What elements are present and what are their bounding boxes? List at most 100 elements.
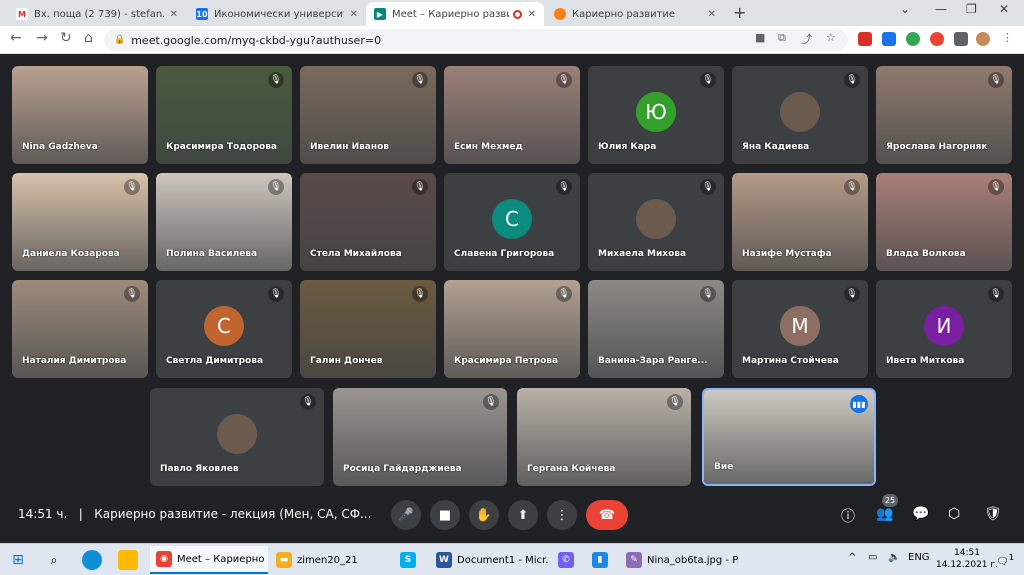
participant-tile[interactable]: Наталия Димитрова 🎙 — [12, 280, 148, 378]
bookmark-star-icon[interactable]: ☆ — [826, 31, 836, 44]
language-indicator[interactable]: ENG — [908, 552, 930, 563]
participant-tile[interactable]: Павло Яковлев 🎙 — [150, 388, 324, 486]
tab-moodle[interactable]: Кариерно развитие ✕ — [546, 2, 724, 26]
participant-name: Наталия Димитрова — [22, 356, 127, 366]
participant-count-badge: 25 — [882, 494, 898, 507]
camera-icon[interactable]: ■ — [755, 31, 765, 44]
open-in-new-icon[interactable]: ⧉ — [778, 31, 786, 45]
host-controls-icon[interactable]: 🛡 — [984, 506, 1002, 522]
participant-tile[interactable]: Росица Гайдарджиева 🎙 — [333, 388, 507, 486]
participant-tile[interactable]: Ивелин Иванов 🎙 — [300, 66, 436, 164]
taskbar-app-blue-app[interactable]: ▮ — [586, 546, 610, 574]
participant-tile[interactable]: И Ивета Миткова 🎙 — [876, 280, 1012, 378]
word-icon: W — [436, 552, 452, 568]
participant-tile[interactable]: Полина Василева 🎙 — [156, 173, 292, 271]
tab-title: Икономически университет - В — [214, 8, 344, 20]
meeting-time: 14:51 ч. — [18, 507, 68, 521]
menu-icon[interactable]: ⋮ — [1002, 31, 1013, 44]
mic-off-icon: 🎙 — [844, 286, 860, 302]
participant-tile[interactable]: Nina Gadzheva — [12, 66, 148, 164]
chrome-icon: ◉ — [156, 551, 172, 567]
tab-search-icon[interactable]: ⌄ — [900, 2, 910, 16]
close-icon[interactable]: ✕ — [350, 9, 358, 20]
search-icon[interactable]: ⌕ — [44, 550, 64, 570]
participant-tile[interactable]: М Мартина Стойчева 🎙 — [732, 280, 868, 378]
participant-tile[interactable]: Гергана Койчева 🎙 — [517, 388, 691, 486]
new-tab-button[interactable]: + — [733, 3, 746, 22]
recording-icon — [512, 9, 522, 19]
taskbar-app-skype[interactable]: S — [394, 546, 418, 574]
chevron-up-icon[interactable]: ^ — [848, 552, 856, 563]
participant-tile[interactable]: Красимира Тодорова 🎙 — [156, 66, 292, 164]
taskbar-app-folder[interactable]: ▬ zimen20_21 — [270, 546, 388, 574]
participant-tile[interactable]: Галин Дончев 🎙 — [300, 280, 436, 378]
meeting-info: 14:51 ч. | Кариерно развитие - лекция (М… — [18, 507, 371, 521]
taskbar-app-word[interactable]: W Document1 - Micr... — [430, 546, 548, 574]
participant-tile[interactable]: Ю Юлия Кара 🎙 — [588, 66, 724, 164]
share-icon[interactable]: ⤴ — [801, 31, 812, 47]
people-icon[interactable]: 👥 — [876, 506, 893, 522]
microphone-button[interactable]: 🎤 — [391, 500, 421, 530]
maximize-button[interactable]: ❐ — [966, 2, 977, 16]
volume-icon[interactable]: 🔈 — [888, 552, 900, 563]
mic-off-icon: 🎙 — [844, 72, 860, 88]
participant-tile[interactable]: Стела Михайлова 🎙 — [300, 173, 436, 271]
participant-tile[interactable]: Есин Мехмед 🎙 — [444, 66, 580, 164]
raise-hand-button[interactable]: ✋ — [469, 500, 499, 530]
participant-avatar: С — [204, 306, 244, 346]
store-icon[interactable] — [118, 550, 138, 570]
browser-tab-strip: M Вх. поща (2 739) - stefan.kalpach ✕ 10… — [0, 0, 1024, 26]
reload-icon[interactable]: ↻ — [60, 30, 72, 46]
profile-avatar[interactable] — [976, 32, 990, 46]
url-field[interactable]: 🔒 meet.google.com/myq-ckbd-ygu?authuser=… — [104, 29, 848, 51]
close-window-button[interactable]: ✕ — [999, 2, 1009, 16]
close-icon[interactable]: ✕ — [528, 9, 536, 20]
windows-start-icon[interactable]: ⊞ — [8, 550, 28, 570]
participant-tile[interactable]: Ярослава Нагорняк 🎙 — [876, 66, 1012, 164]
network-icon[interactable]: ▭ — [868, 552, 877, 563]
forward-icon[interactable]: → — [36, 30, 48, 46]
participant-tile[interactable]: Влада Волкова 🎙 — [876, 173, 1012, 271]
more-vert-icon: ⋮ — [555, 507, 569, 523]
present-screen-button[interactable]: ⬆ — [508, 500, 538, 530]
participant-tile[interactable]: Даниела Козарова 🎙 — [12, 173, 148, 271]
tab-meet[interactable]: ▶ Meet – Кариерно развитие ✕ — [366, 2, 544, 26]
notification-count: 1 — [1008, 552, 1015, 562]
participant-tile[interactable]: Михаела Михова 🎙 — [588, 173, 724, 271]
system-clock[interactable]: 14:51 14.12.2021 г. — [936, 547, 998, 571]
minimize-button[interactable]: — — [935, 2, 947, 16]
tab-university[interactable]: 10 Икономически университет - В ✕ — [188, 2, 366, 26]
leave-call-button[interactable]: ☎ — [586, 500, 628, 530]
participant-tile[interactable]: Красимира Петрова 🎙 — [444, 280, 580, 378]
activities-icon[interactable]: ⬡ — [948, 506, 960, 522]
participant-tile[interactable]: С Славена Григорова 🎙 — [444, 173, 580, 271]
participant-tile[interactable]: Яна Кадиева 🎙 — [732, 66, 868, 164]
info-icon[interactable]: ⓘ — [841, 506, 855, 526]
extension-icon[interactable] — [882, 32, 896, 46]
participant-name: Даниела Козарова — [22, 249, 120, 259]
back-icon[interactable]: ← — [10, 30, 22, 46]
more-options-button[interactable]: ⋮ — [547, 500, 577, 530]
extension-icon[interactable] — [906, 32, 920, 46]
extension-icon[interactable] — [930, 32, 944, 46]
edge-icon[interactable] — [82, 550, 102, 570]
participant-tile[interactable]: Назифе Мустафа 🎙 — [732, 173, 868, 271]
home-icon[interactable]: ⌂ — [84, 30, 93, 46]
extensions-puzzle-icon[interactable] — [954, 32, 968, 46]
extension-icon[interactable] — [858, 32, 872, 46]
participant-tile[interactable]: С Светла Димитрова 🎙 — [156, 280, 292, 378]
taskbar-app-viber[interactable]: ✆ — [552, 546, 576, 574]
participant-name: Вие — [714, 462, 734, 472]
mic-off-icon: 🎙 — [268, 72, 284, 88]
participant-tile[interactable]: Вие ▮▮▮ — [702, 388, 876, 486]
close-icon[interactable]: ✕ — [708, 9, 716, 20]
taskbar-app-paint[interactable]: ✎ Nina_ob6ta.jpg - P... — [620, 546, 738, 574]
notifications-icon[interactable]: 🗨1 — [996, 552, 1014, 567]
taskbar-app-chrome[interactable]: ◉ Meet – Кариерно р... — [150, 546, 268, 574]
camera-button[interactable]: ■ — [430, 500, 460, 530]
participant-tile[interactable]: Ванина-Зара Ранге... 🎙 — [588, 280, 724, 378]
close-icon[interactable]: ✕ — [170, 9, 178, 20]
tab-gmail[interactable]: M Вх. поща (2 739) - stefan.kalpach ✕ — [8, 2, 186, 26]
chat-icon[interactable]: 💬 — [912, 506, 929, 522]
mic-off-icon: 🎙 — [556, 179, 572, 195]
